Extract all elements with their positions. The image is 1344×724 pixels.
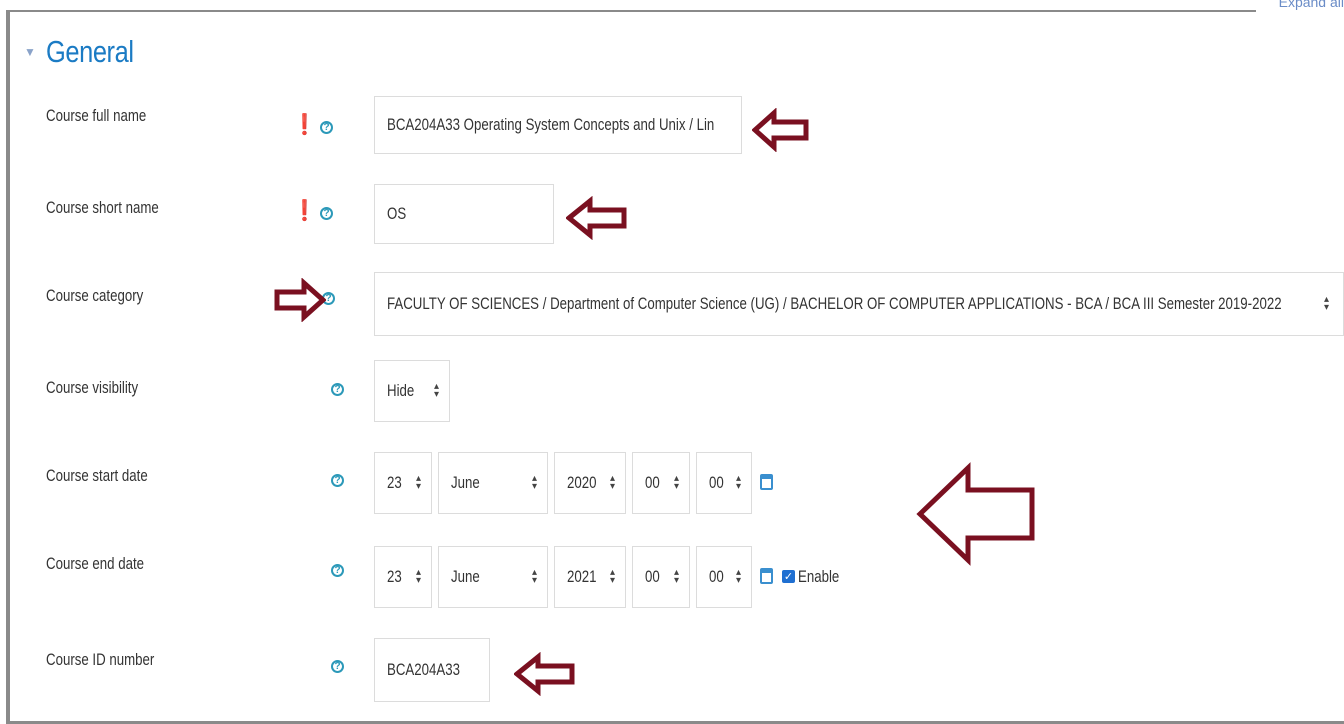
id-number-label: Course ID number xyxy=(46,650,155,669)
start-year-select[interactable]: 2020 ▴ ▾ xyxy=(554,452,626,514)
visibility-select[interactable]: Hide ▴ ▾ xyxy=(374,360,450,422)
help-icon[interactable]: ? xyxy=(320,121,333,134)
expand-all-link[interactable]: Expand all xyxy=(1279,0,1344,10)
category-label: Course category xyxy=(46,286,144,305)
end-hour-select[interactable]: 00 ▴ ▾ xyxy=(632,546,690,608)
id-number-input[interactable]: BCA204A33 xyxy=(374,638,490,702)
annotation-arrow-left-large-icon xyxy=(916,462,1035,566)
annotation-arrow-left-icon xyxy=(752,108,809,152)
select-arrows-icon: ▴ ▾ xyxy=(609,567,615,586)
frame-border-top xyxy=(6,10,1256,12)
annotation-arrow-right-icon xyxy=(274,278,326,322)
enable-checkbox[interactable]: ✓ xyxy=(782,570,795,583)
annotation-arrow-left-icon xyxy=(514,652,575,696)
start-date-label: Course start date xyxy=(46,466,148,485)
short-name-input[interactable]: OS xyxy=(374,184,554,244)
help-icon[interactable]: ? xyxy=(331,564,344,577)
enable-label: Enable xyxy=(798,567,840,586)
collapse-caret-icon[interactable]: ▼ xyxy=(24,45,36,59)
required-icon: ❗ xyxy=(292,200,317,222)
select-arrows-icon: ▴ ▾ xyxy=(735,473,741,492)
end-year-select[interactable]: 2021 ▴ ▾ xyxy=(554,546,626,608)
end-day-select[interactable]: 23 ▴ ▾ xyxy=(374,546,432,608)
select-arrows-icon: ▴ ▾ xyxy=(609,473,615,492)
select-arrows-icon: ▴ ▾ xyxy=(1323,294,1329,313)
select-arrows-icon: ▴ ▾ xyxy=(531,567,537,586)
calendar-icon[interactable] xyxy=(760,568,773,584)
full-name-input[interactable]: BCA204A33 Operating System Concepts and … xyxy=(374,96,742,154)
annotation-arrow-left-icon xyxy=(566,196,627,240)
visibility-label: Course visibility xyxy=(46,378,139,397)
required-icon: ❗ xyxy=(292,114,317,136)
help-icon[interactable]: ? xyxy=(331,660,344,673)
section-header-general[interactable]: ▼ General xyxy=(24,34,153,70)
frame-border-left xyxy=(6,10,10,724)
help-icon[interactable]: ? xyxy=(320,207,333,220)
start-hour-select[interactable]: 00 ▴ ▾ xyxy=(632,452,690,514)
select-arrows-icon: ▴ ▾ xyxy=(415,567,421,586)
help-icon[interactable]: ? xyxy=(331,383,344,396)
section-title: General xyxy=(45,34,134,69)
select-arrows-icon: ▴ ▾ xyxy=(673,473,679,492)
end-month-select[interactable]: June ▴ ▾ xyxy=(438,546,548,608)
start-month-select[interactable]: June ▴ ▾ xyxy=(438,452,548,514)
select-arrows-icon: ▴ ▾ xyxy=(531,473,537,492)
end-minute-select[interactable]: 00 ▴ ▾ xyxy=(696,546,752,608)
select-arrows-icon: ▴ ▾ xyxy=(673,567,679,586)
select-arrows-icon: ▴ ▾ xyxy=(735,567,741,586)
select-arrows-icon: ▴ ▾ xyxy=(433,381,439,400)
full-name-label: Course full name xyxy=(46,106,147,125)
category-select[interactable]: FACULTY OF SCIENCES / Department of Comp… xyxy=(374,272,1344,336)
help-icon[interactable]: ? xyxy=(331,474,344,487)
calendar-icon[interactable] xyxy=(760,474,773,490)
select-arrows-icon: ▴ ▾ xyxy=(415,473,421,492)
end-date-label: Course end date xyxy=(46,554,145,573)
start-day-select[interactable]: 23 ▴ ▾ xyxy=(374,452,432,514)
short-name-label: Course short name xyxy=(46,198,159,217)
start-minute-select[interactable]: 00 ▴ ▾ xyxy=(696,452,752,514)
